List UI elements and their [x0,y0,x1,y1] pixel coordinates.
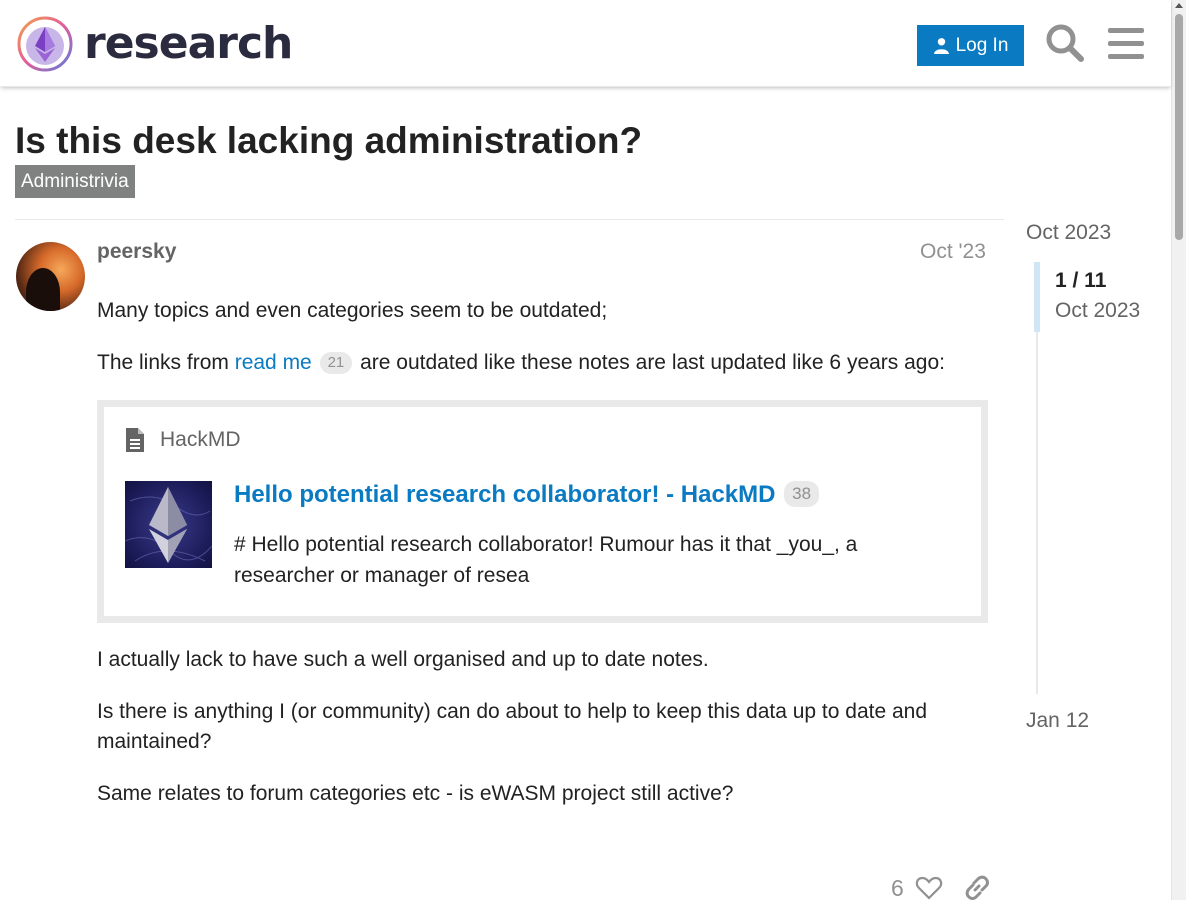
onebox-description: # Hello potential research collaborator!… [234,533,858,587]
timeline-start-date[interactable]: Oct 2023 [1026,221,1111,245]
hamburger-menu-icon [1108,28,1144,59]
paragraph-text: The links from [97,351,235,374]
onebox-title-link[interactable]: Hello potential research collaborator! -… [234,481,775,508]
post-paragraph: Is there is anything I (or community) ca… [97,700,928,753]
post-date[interactable]: Oct '23 [920,240,986,264]
onebox-source[interactable]: HackMD [124,427,241,453]
link-click-count: 21 [319,352,353,374]
link-preview-onebox: HackMD Hello potential research collabor… [97,400,988,623]
scroll-up-arrow-icon[interactable] [1175,3,1183,8]
avatar-silhouette [26,268,60,311]
topic-title[interactable]: Is this desk lacking administration? [15,120,642,162]
search-icon [1046,24,1084,62]
onebox-title: Hello potential research collaborator! -… [234,481,821,509]
timeline-handle[interactable] [1034,262,1040,332]
post-body: Many topics and even categories seem to … [97,296,997,400]
onebox-click-count: 38 [784,481,820,507]
post-body-continued: I actually lack to have such a well orga… [97,645,997,831]
file-icon [126,428,144,452]
onebox-thumbnail[interactable] [125,481,212,568]
read-me-link[interactable]: read me [235,351,312,374]
user-icon [933,38,949,54]
scroll-thumb[interactable] [1175,14,1183,240]
ethereum-icon [125,487,212,563]
site-logo[interactable]: research [16,15,293,73]
post-paragraph: Same relates to forum categories etc - i… [97,782,734,805]
share-link-icon[interactable] [963,874,991,900]
post-paragraph: The links from read me 21 are outdated l… [97,348,997,378]
login-label: Log In [955,34,1009,56]
timeline-position-date: Oct 2023 [1055,299,1141,322]
category-badge[interactable]: Administrivia [15,165,135,198]
site-header: research Log In [0,0,1171,87]
post-paragraph: Many topics and even categories seem to … [97,299,608,322]
timeline-end-date[interactable]: Jan 12 [1026,709,1089,733]
post-username[interactable]: peersky [97,240,176,264]
like-count[interactable]: 6 [891,875,904,900]
title-divider [15,219,1004,220]
research-logo-icon [17,16,73,72]
login-button[interactable]: Log In [917,25,1024,66]
onebox-source-name: HackMD [160,428,241,451]
avatar[interactable] [16,242,85,311]
heart-icon[interactable] [915,874,943,900]
page-scrollbar[interactable] [1171,0,1186,900]
logo-text: research [84,18,293,69]
timeline-position: 1 / 11 [1055,269,1107,292]
hamburger-menu-button[interactable] [1105,22,1147,64]
search-button[interactable] [1044,22,1086,64]
paragraph-text: are outdated like these notes are last u… [354,351,945,374]
post-paragraph: I actually lack to have such a well orga… [97,648,709,671]
